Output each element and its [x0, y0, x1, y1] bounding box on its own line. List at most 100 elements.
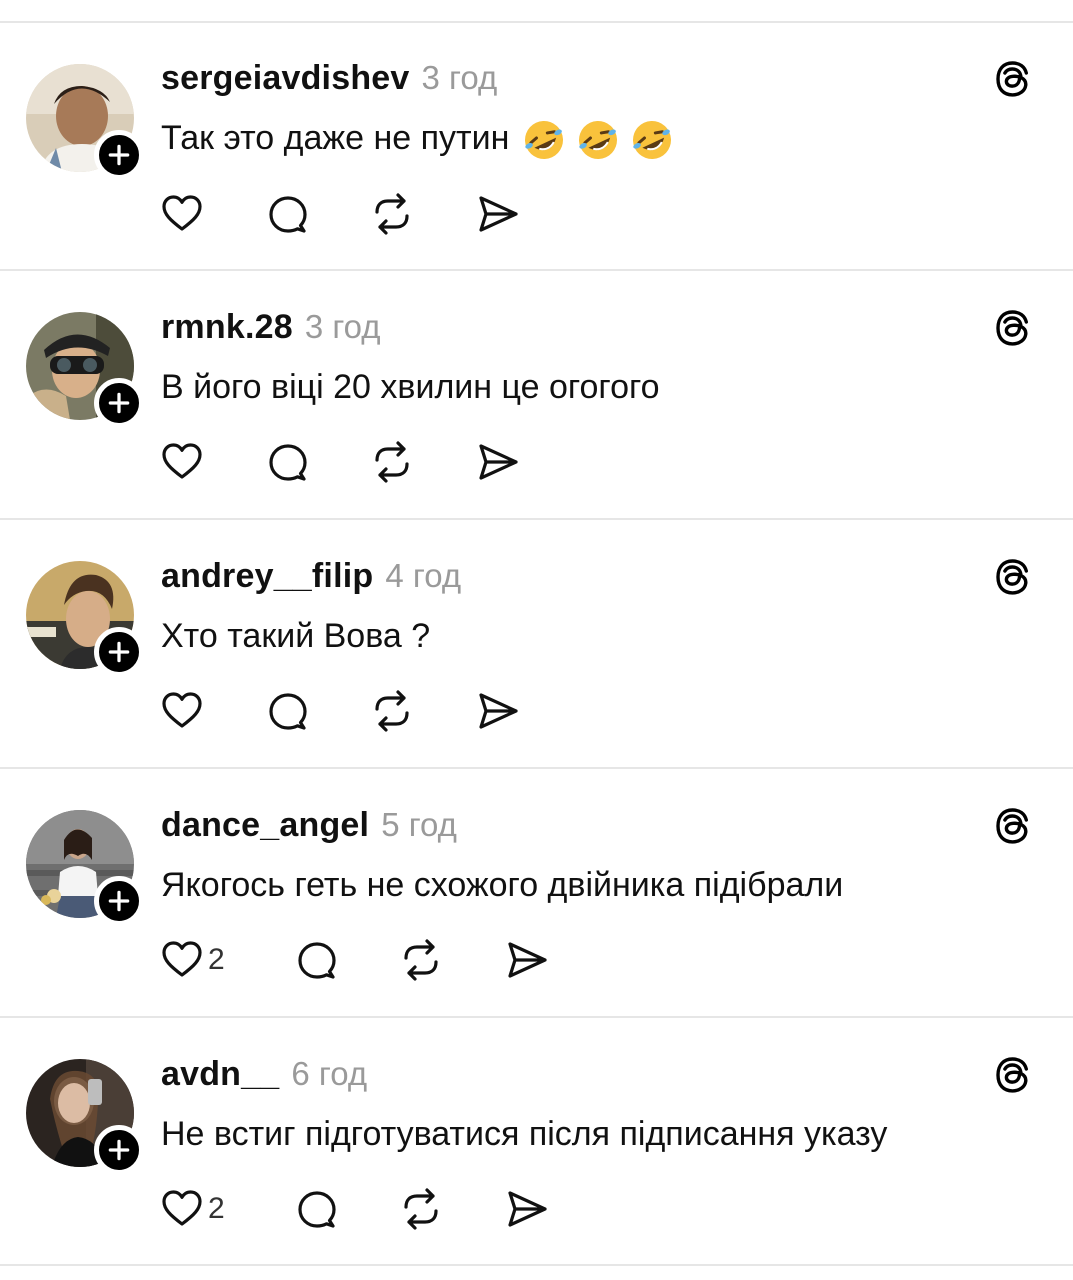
comment-body: В його віці 20 хвилин це огогого [161, 368, 660, 406]
rolling-on-floor-laughing-emoji [633, 121, 672, 160]
username[interactable]: andrey__filip [161, 557, 373, 596]
comment-text: Якогось геть не схожого двійника підібра… [161, 862, 843, 908]
post-header: avdn__ 6 год [161, 1055, 367, 1099]
threads-icon[interactable] [990, 56, 1036, 102]
reply-button[interactable] [266, 437, 370, 487]
repost-button[interactable] [370, 686, 476, 736]
comment-body: Так это даже не путин [161, 119, 510, 157]
divider [0, 767, 1073, 769]
share-button[interactable] [476, 189, 536, 239]
like-count: 2 [208, 1192, 225, 1225]
follow-plus-button[interactable] [94, 1125, 144, 1175]
username[interactable]: dance_angel [161, 806, 369, 845]
threads-icon[interactable] [990, 1052, 1036, 1098]
heart-icon [162, 941, 202, 977]
like-button[interactable] [160, 686, 266, 736]
reply-button[interactable] [266, 686, 370, 736]
repost-button[interactable] [399, 935, 505, 985]
repost-icon [375, 441, 409, 483]
comment-text: Так это даже не путин [161, 115, 675, 161]
follow-plus-button[interactable] [94, 876, 144, 926]
post-header: rmnk.28 3 год [161, 308, 381, 352]
reply-post: avdn__ 6 год Не встиг підготуватися післ… [0, 1019, 1073, 1267]
repost-icon [375, 193, 409, 235]
timestamp: 4 год [385, 557, 462, 594]
timestamp: 3 год [304, 308, 381, 345]
like-count: 2 [208, 943, 225, 976]
like-button[interactable] [160, 437, 266, 487]
reply-post: dance_angel 5 год Якогось геть не схожог… [0, 770, 1073, 1018]
rolling-on-floor-laughing-emoji [579, 121, 618, 160]
share-button[interactable] [505, 1184, 565, 1234]
reply-bubble-icon [298, 1191, 336, 1228]
username[interactable]: rmnk.28 [161, 308, 293, 347]
share-button[interactable] [476, 686, 536, 736]
post-header: sergeiavdishev 3 год [161, 59, 497, 103]
plus-icon [108, 392, 130, 414]
reply-post: andrey__filip 4 год Хто такий Вова ? [0, 521, 1073, 769]
like-button[interactable] [160, 189, 266, 239]
reply-button[interactable] [295, 1184, 399, 1234]
threads-icon[interactable] [990, 305, 1036, 351]
heart-icon [162, 692, 202, 728]
send-icon [508, 1191, 547, 1227]
emoji-group [521, 117, 675, 163]
comment-body: Хто такий Вова ? [161, 617, 431, 655]
username[interactable]: sergeiavdishev [161, 59, 410, 98]
send-icon [479, 196, 518, 232]
heart-icon [162, 1190, 202, 1226]
post-header: andrey__filip 4 год [161, 557, 461, 601]
reply-bubble-icon [269, 196, 307, 233]
reply-button[interactable] [266, 189, 370, 239]
like-button[interactable]: 2 [160, 935, 295, 985]
rolling-on-floor-laughing-emoji [525, 121, 564, 160]
threads-icon[interactable] [990, 803, 1036, 849]
username[interactable]: avdn__ [161, 1055, 279, 1094]
divider [0, 269, 1073, 271]
like-button[interactable]: 2 [160, 1184, 295, 1234]
repost-icon [404, 939, 438, 981]
heart-icon [162, 195, 202, 231]
comment-text: Не встиг підготуватися після підписання … [161, 1111, 887, 1157]
send-icon [479, 693, 518, 729]
plus-icon [108, 144, 130, 166]
timestamp: 5 год [381, 806, 457, 843]
reply-bubble-icon [269, 444, 307, 481]
comment-text: В його віці 20 хвилин це огогого [161, 364, 660, 410]
timestamp: 3 год [421, 59, 498, 96]
repost-icon [404, 1188, 438, 1230]
repost-button[interactable] [399, 1184, 505, 1234]
divider [0, 1016, 1073, 1018]
action-bar [160, 437, 536, 487]
divider [0, 518, 1073, 520]
reply-bubble-icon [298, 942, 336, 979]
repost-button[interactable] [370, 437, 476, 487]
share-button[interactable] [476, 437, 536, 487]
comment-body: Не встиг підготуватися після підписання … [161, 1115, 888, 1153]
comment-text: Хто такий Вова ? [161, 613, 430, 659]
post-header: dance_angel 5 год [161, 806, 457, 850]
heart-icon [162, 443, 202, 479]
threads-icon[interactable] [990, 554, 1036, 600]
action-bar [160, 189, 536, 239]
reply-button[interactable] [295, 935, 399, 985]
reply-post: sergeiavdishev 3 год Так это даже не пут… [0, 23, 1073, 271]
share-button[interactable] [505, 935, 565, 985]
action-bar [160, 686, 536, 736]
timestamp: 6 год [291, 1055, 368, 1092]
follow-plus-button[interactable] [94, 130, 144, 180]
action-bar: 2 [160, 1184, 565, 1234]
reply-post: rmnk.28 3 год В його віці 20 хвилин це о… [0, 272, 1073, 520]
plus-icon [108, 1139, 130, 1161]
action-bar: 2 [160, 935, 565, 985]
send-icon [479, 444, 518, 480]
plus-icon [108, 641, 130, 663]
send-icon [508, 942, 547, 978]
reply-bubble-icon [269, 693, 307, 730]
comment-body: Якогось геть не схожого двійника підібра… [161, 866, 844, 904]
follow-plus-button[interactable] [94, 378, 144, 428]
plus-icon [108, 890, 130, 912]
divider [0, 1264, 1073, 1266]
follow-plus-button[interactable] [94, 627, 144, 677]
repost-button[interactable] [370, 189, 476, 239]
